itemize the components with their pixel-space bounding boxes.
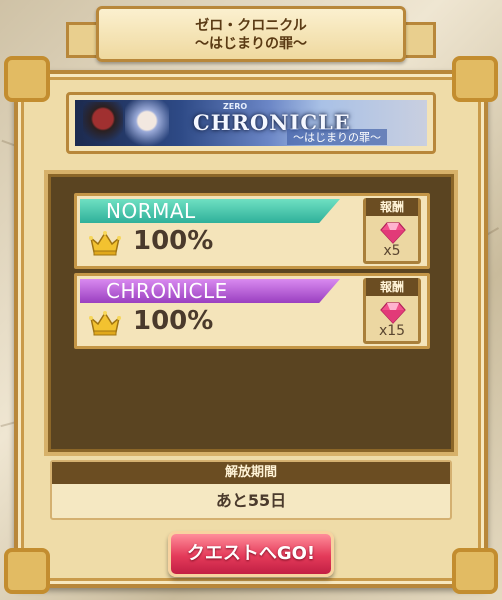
- gem-icon: [380, 222, 406, 244]
- panel-corner-ornament: [4, 56, 50, 102]
- reward-label: 報酬: [366, 198, 418, 216]
- reward-label: 報酬: [366, 278, 418, 296]
- release-period: 解放期間 あと55日: [50, 460, 452, 520]
- panel-corner-ornament: [452, 548, 498, 594]
- reward-count: x5: [383, 243, 401, 259]
- reward-box: 報酬 x5: [363, 198, 421, 264]
- event-banner: ZERO CHRONICLE 〜はじまりの罪〜: [66, 92, 436, 154]
- mode-row-normal[interactable]: NORMAL 100% 報酬 x5: [74, 193, 430, 269]
- mode-row-chronicle[interactable]: CHRONICLE 100% 報酬 x15: [74, 273, 430, 349]
- crown-icon: [89, 311, 121, 336]
- release-period-value: あと55日: [215, 491, 287, 510]
- banner-art: ZERO CHRONICLE 〜はじまりの罪〜: [75, 100, 427, 146]
- mode-name: CHRONICLE: [80, 279, 340, 303]
- title-ribbon: ゼロ・クロニクル 〜はじまりの罪〜: [96, 6, 406, 62]
- character-art-icon: [125, 100, 169, 146]
- release-period-label: 解放期間: [52, 462, 450, 484]
- mode-name: NORMAL: [80, 199, 340, 223]
- crown-icon: [89, 231, 121, 256]
- page-subtitle: 〜はじまりの罪〜: [195, 36, 307, 52]
- panel-corner-ornament: [4, 548, 50, 594]
- completion-percent: 100%: [133, 226, 214, 256]
- reward-box: 報酬 x15: [363, 278, 421, 344]
- completion-percent: 100%: [133, 306, 214, 336]
- character-art-icon: [83, 102, 123, 146]
- panel-corner-ornament: [452, 56, 498, 102]
- reward-count: x15: [378, 323, 406, 339]
- banner-subtitle: 〜はじまりの罪〜: [287, 129, 387, 145]
- gem-icon: [380, 302, 406, 324]
- go-to-quest-button[interactable]: クエストへGO!: [168, 531, 334, 577]
- page-title: ゼロ・クロニクル: [195, 18, 307, 34]
